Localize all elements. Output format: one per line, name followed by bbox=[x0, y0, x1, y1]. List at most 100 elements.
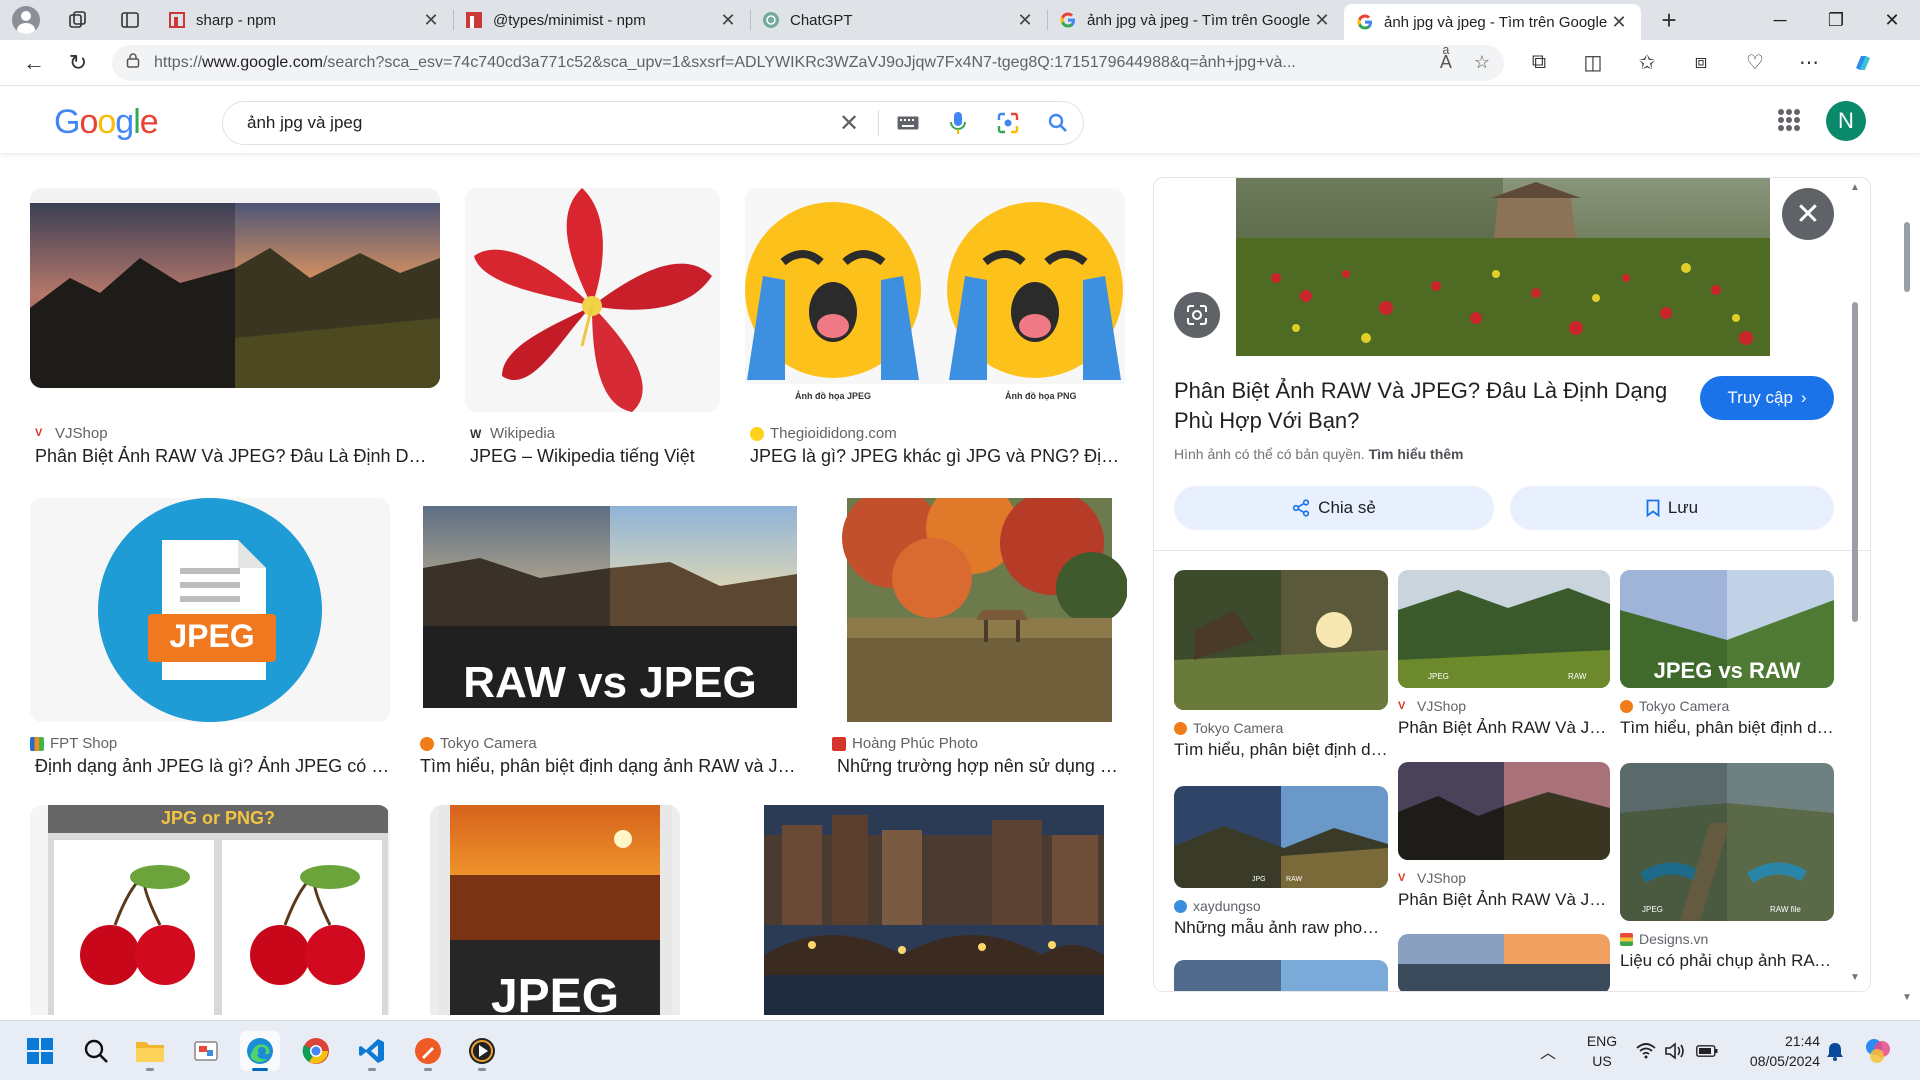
related-title[interactable]: Tìm hiểu, phân biệt định dạng... bbox=[1174, 740, 1388, 760]
back-button[interactable]: ← bbox=[12, 43, 56, 83]
related-image[interactable]: JPEG vs RAW bbox=[1620, 570, 1834, 688]
tab-types-minimist[interactable]: @types/minimist - npm ✕ bbox=[453, 0, 750, 40]
voice-search-icon[interactable] bbox=[933, 111, 983, 135]
account-avatar[interactable]: N bbox=[1826, 101, 1866, 141]
result-image[interactable] bbox=[752, 805, 1122, 1015]
result-source[interactable]: FPT Shop bbox=[30, 735, 117, 752]
tab-google-search-active[interactable]: ảnh jpg và jpeg - Tìm trên Google ✕ bbox=[1344, 4, 1641, 40]
related-title[interactable]: Những mẫu ảnh raw phong cảnh bbox=[1174, 918, 1388, 938]
search-taskbar-button[interactable] bbox=[76, 1031, 116, 1071]
favorite-star-icon[interactable]: ☆ bbox=[1474, 52, 1490, 73]
browser-essentials-icon[interactable]: ♡ bbox=[1728, 50, 1782, 75]
tab-sharp-npm[interactable]: sharp - npm ✕ bbox=[156, 0, 453, 40]
related-source[interactable]: Tokyo Camera bbox=[1620, 698, 1729, 714]
tab-chatgpt[interactable]: ChatGPT ✕ bbox=[750, 0, 1047, 40]
show-hidden-icons[interactable]: ︿ bbox=[1540, 1021, 1556, 1080]
scroll-down-icon[interactable]: ▼ bbox=[1902, 992, 1912, 1003]
related-image[interactable]: JPEG RAW bbox=[1398, 570, 1610, 688]
panel-scrollbar[interactable]: ▲ ▼ bbox=[1850, 182, 1860, 987]
related-source[interactable]: V VJShop bbox=[1398, 698, 1466, 714]
snipping-tool-button[interactable] bbox=[186, 1031, 226, 1071]
result-source[interactable]: Tokyo Camera bbox=[420, 735, 537, 752]
result-image[interactable]: RAW vs JPEG bbox=[420, 498, 800, 722]
related-image[interactable]: JPEG RAW file bbox=[1620, 763, 1834, 921]
language-indicator[interactable]: ENG US bbox=[1582, 1031, 1622, 1071]
result-title[interactable]: JPEG là gì? JPEG khác gì JPG và PNG? Địn… bbox=[750, 446, 1120, 467]
search-input[interactable] bbox=[247, 113, 824, 133]
result-image[interactable] bbox=[30, 188, 440, 388]
related-title[interactable]: Phân Biệt Ảnh RAW Và JPEG? bbox=[1398, 890, 1610, 910]
new-tab-button[interactable]: + bbox=[1641, 0, 1697, 40]
learn-more-link[interactable]: Tìm hiểu thêm bbox=[1369, 446, 1464, 462]
split-screen-icon[interactable]: ◫ bbox=[1566, 50, 1620, 75]
chrome-button[interactable] bbox=[296, 1031, 336, 1071]
related-image[interactable] bbox=[1398, 762, 1610, 860]
close-tab-icon[interactable]: ✕ bbox=[421, 10, 441, 31]
address-bar[interactable]: https://www.google.com/search?sca_esv=74… bbox=[112, 44, 1504, 81]
close-tab-icon[interactable]: ✕ bbox=[718, 10, 738, 31]
related-image[interactable]: JPG RAW bbox=[1174, 786, 1388, 888]
file-explorer-button[interactable] bbox=[130, 1031, 170, 1071]
related-title[interactable]: Phân Biệt Ảnh RAW Và JPEG? bbox=[1398, 718, 1610, 738]
start-button[interactable] bbox=[20, 1031, 60, 1071]
close-tab-icon[interactable]: ✕ bbox=[1015, 10, 1035, 31]
extensions-icon[interactable]: ⧉ bbox=[1512, 50, 1566, 75]
google-apps-icon[interactable] bbox=[1778, 109, 1800, 131]
result-source[interactable]: W Wikipedia bbox=[470, 425, 555, 442]
scroll-down-icon[interactable]: ▼ bbox=[1850, 972, 1860, 983]
vscode-button[interactable] bbox=[352, 1031, 392, 1071]
result-source[interactable]: Hoàng Phúc Photo bbox=[832, 735, 978, 752]
lens-search-icon[interactable] bbox=[983, 112, 1033, 134]
related-title[interactable]: Tìm hiểu, phân biệt định dạng... bbox=[1620, 718, 1834, 738]
panel-title[interactable]: Phân Biệt Ảnh RAW Và JPEG? Đâu Là Định D… bbox=[1174, 376, 1674, 436]
related-source[interactable]: Tokyo Camera bbox=[1174, 720, 1283, 736]
search-image-button[interactable] bbox=[1174, 292, 1220, 338]
read-aloud-icon[interactable]: Aͣ bbox=[1440, 52, 1452, 73]
search-icon[interactable] bbox=[1033, 113, 1083, 133]
related-title[interactable]: Liệu có phải chụp ảnh RAW... bbox=[1620, 951, 1834, 971]
result-title[interactable]: Phân Biệt Ảnh RAW Và JPEG? Đâu Là Định D… bbox=[35, 446, 435, 467]
result-image[interactable]: JPG or PNG? bbox=[30, 805, 390, 1015]
page-scrollbar[interactable]: ▲ ▼ bbox=[1900, 92, 1914, 1012]
postman-button[interactable] bbox=[408, 1031, 448, 1071]
favorites-icon[interactable]: ✩ bbox=[1620, 50, 1674, 75]
result-source[interactable]: Thegioididong.com bbox=[750, 425, 897, 442]
system-clock[interactable]: 21:44 08/05/2024 bbox=[1730, 1031, 1820, 1071]
result-image[interactable]: JPEG bbox=[430, 805, 680, 1015]
result-image[interactable] bbox=[465, 188, 720, 412]
minimize-button[interactable]: ─ bbox=[1752, 0, 1808, 40]
copilot-taskbar-icon[interactable] bbox=[1864, 1021, 1892, 1080]
preview-image[interactable] bbox=[1236, 178, 1770, 356]
related-image[interactable] bbox=[1398, 934, 1610, 991]
keyboard-icon[interactable] bbox=[883, 116, 933, 130]
result-image[interactable] bbox=[832, 498, 1127, 722]
result-title[interactable]: Định dạng ảnh JPEG là gì? Ảnh JPEG có ưu… bbox=[35, 756, 390, 777]
workspaces-button[interactable] bbox=[52, 0, 104, 40]
maximize-button[interactable]: ❐ bbox=[1808, 0, 1864, 40]
related-source[interactable]: xaydungso bbox=[1174, 898, 1261, 914]
tab-google-search-1[interactable]: ảnh jpg và jpeg - Tìm trên Google ✕ bbox=[1047, 0, 1344, 40]
related-source[interactable]: Designs.vn bbox=[1620, 931, 1708, 947]
battery-icon[interactable] bbox=[1696, 1021, 1718, 1080]
save-button[interactable]: Lưu bbox=[1510, 486, 1834, 530]
media-player-button[interactable] bbox=[462, 1031, 502, 1071]
tab-actions-button[interactable] bbox=[104, 0, 156, 40]
close-tab-icon[interactable]: ✕ bbox=[1609, 12, 1629, 33]
volume-icon[interactable] bbox=[1664, 1021, 1686, 1080]
notification-bell-icon[interactable] bbox=[1826, 1021, 1844, 1080]
close-tab-icon[interactable]: ✕ bbox=[1312, 10, 1332, 31]
google-logo[interactable]: Google bbox=[54, 103, 159, 142]
related-source[interactable]: V VJShop bbox=[1398, 870, 1466, 886]
related-image[interactable] bbox=[1174, 570, 1388, 710]
result-image[interactable]: Ảnh đồ họa JPEG Ảnh đồ họa PNG bbox=[745, 188, 1125, 412]
result-title[interactable]: Những trường hợp nên sử dụng ảnh JPEG bbox=[837, 756, 1122, 777]
scroll-thumb[interactable] bbox=[1852, 302, 1858, 622]
result-title[interactable]: JPEG – Wikipedia tiếng Việt bbox=[470, 446, 720, 467]
collections-icon[interactable]: ⧈ bbox=[1674, 50, 1728, 75]
close-window-button[interactable]: ✕ bbox=[1864, 0, 1920, 40]
share-button[interactable]: Chia sẻ bbox=[1174, 486, 1494, 530]
related-image[interactable] bbox=[1174, 960, 1388, 991]
close-panel-button[interactable]: ✕ bbox=[1782, 188, 1834, 240]
scroll-thumb[interactable] bbox=[1904, 222, 1910, 292]
scroll-up-icon[interactable]: ▲ bbox=[1850, 182, 1860, 193]
